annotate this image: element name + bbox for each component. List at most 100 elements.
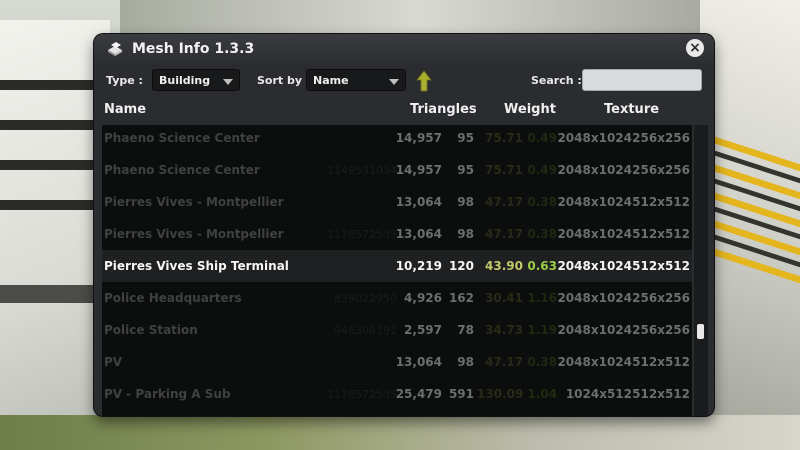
filter-bar: Type : Building Sort by : Name Search : (94, 68, 714, 94)
mesh-weight: 47.17 (485, 195, 523, 209)
mesh-lod-triangles: 591 (448, 387, 474, 401)
mesh-name: Phaeno Science Center (104, 131, 260, 145)
list-item[interactable]: PV 13,064 98 47.17 0.38 2048x1024 512x512 (102, 346, 692, 378)
mesh-lod-triangles: 95 (457, 163, 474, 177)
column-header-triangles[interactable]: Triangles (410, 102, 477, 117)
window-title: Mesh Info 1.3.3 (132, 41, 255, 57)
mesh-weight: 75.71 (485, 131, 523, 145)
search-label: Search : (531, 74, 582, 87)
mesh-lod-texture-size: 512x512 (632, 387, 690, 401)
list-item[interactable]: PV - Parking A Sub 1176572535 25,479 591 130… (102, 378, 692, 410)
mesh-triangles: 13,064 (395, 355, 442, 369)
mesh-name: Phaeno Science Center (104, 163, 260, 177)
close-button[interactable]: × (686, 39, 704, 57)
mesh-lod-triangles: 95 (457, 131, 474, 145)
mesh-triangles: 13,064 (395, 227, 442, 241)
list-item[interactable]: Phaeno Science Center 1149531034 14,957 95 7… (102, 154, 692, 186)
type-dropdown[interactable]: Building (152, 69, 240, 91)
mesh-lod-triangles: 98 (457, 227, 474, 241)
mesh-lod-triangles: 78 (457, 323, 474, 337)
mesh-name: PV - Parking A Sub (104, 387, 231, 401)
column-header-name[interactable]: Name (104, 102, 146, 117)
mesh-texture-size: 2048x1024 (557, 259, 632, 273)
chevron-down-icon (223, 79, 233, 85)
list-item[interactable]: Police Station 946306191 2,597 78 34.73 1.19 2… (102, 314, 692, 346)
mesh-workshop-id: 1149531034 (327, 164, 397, 177)
mesh-weight: 30.41 (485, 291, 523, 305)
mesh-lod-weight: 1.04 (527, 387, 557, 401)
mesh-name: PV (104, 355, 123, 369)
mesh-lod-weight: 1.19 (527, 323, 557, 337)
sort-direction-button[interactable] (416, 70, 432, 92)
mesh-lod-weight: 0.49 (527, 131, 557, 145)
mesh-info-icon (108, 42, 122, 56)
mesh-name: Police Station (104, 323, 198, 337)
scrollbar-thumb[interactable] (697, 324, 704, 339)
mesh-triangles: 2,597 (404, 323, 442, 337)
mesh-lod-weight: 0.63 (527, 259, 557, 273)
mesh-list[interactable]: Phaeno Science Center 14,957 95 75.71 0.49 20… (102, 125, 692, 416)
mesh-weight: 47.17 (485, 355, 523, 369)
mesh-weight: 130.09 (477, 387, 524, 401)
mesh-name: Pierres Vives Ship Terminal (104, 259, 289, 273)
mesh-texture-size: 2048x1024 (557, 195, 632, 209)
mesh-lod-texture-size: 512x512 (632, 227, 690, 241)
world-railing (0, 285, 100, 303)
mesh-weight: 75.71 (485, 163, 523, 177)
type-dropdown-value: Building (159, 74, 211, 87)
list-item[interactable]: Pierres Vives - Montpellier 13,064 98 47.17… (102, 186, 692, 218)
mesh-texture-size: 2048x1024 (557, 163, 632, 177)
mesh-lod-texture-size: 256x256 (632, 291, 690, 305)
list-item-selected[interactable]: Pierres Vives Ship Terminal 10,219 120 43.9… (102, 250, 692, 282)
mesh-lod-texture-size: 512x512 (632, 195, 690, 209)
sort-by-label: Sort by : (257, 74, 311, 87)
mesh-triangles: 14,957 (395, 163, 442, 177)
mesh-texture-size: 1024x512 (565, 387, 632, 401)
world-ground (0, 415, 800, 450)
search-input[interactable] (582, 69, 702, 91)
mesh-lod-texture-size: 256x256 (632, 323, 690, 337)
mesh-texture-size: 2048x1024 (557, 355, 632, 369)
mesh-name: Police Headquarters (104, 291, 242, 305)
mesh-workshop-id: 839022950 (334, 292, 397, 305)
column-header-texture[interactable]: Texture (604, 102, 659, 117)
sort-by-dropdown[interactable]: Name (306, 69, 406, 91)
arrow-up-icon (416, 70, 432, 92)
mesh-info-window: Mesh Info 1.3.3 × Type : Building Sort b… (94, 34, 714, 416)
mesh-triangles: 10,219 (395, 259, 442, 273)
mesh-lod-triangles: 162 (448, 291, 474, 305)
mesh-triangles: 13,064 (395, 195, 442, 209)
list-item[interactable]: Phaeno Science Center 14,957 95 75.71 0.49 20… (102, 125, 692, 154)
mesh-triangles: 14,957 (395, 131, 442, 145)
list-item[interactable]: Police Headquarters 839022950 4,926 162 30.4… (102, 282, 692, 314)
mesh-lod-triangles: 98 (457, 355, 474, 369)
mesh-lod-weight: 0.38 (527, 195, 557, 209)
list-scrollbar[interactable] (694, 125, 708, 416)
mesh-name: Pierres Vives - Montpellier (104, 227, 284, 241)
mesh-lod-texture-size: 256x256 (632, 131, 690, 145)
mesh-lod-texture-size: 512x512 (632, 259, 690, 273)
mesh-triangles: 4,926 (404, 291, 442, 305)
mesh-workshop-id: 946306191 (334, 324, 397, 337)
mesh-lod-triangles: 98 (457, 195, 474, 209)
mesh-workshop-id: 1176572535 (327, 228, 397, 241)
mesh-texture-size: 2048x1024 (557, 323, 632, 337)
close-icon: × (689, 40, 701, 56)
mesh-texture-size: 2048x1024 (557, 227, 632, 241)
mesh-weight: 34.73 (485, 323, 523, 337)
mesh-lod-weight: 0.38 (527, 227, 557, 241)
mesh-lod-weight: 1.16 (527, 291, 557, 305)
mesh-weight: 47.17 (485, 227, 523, 241)
mesh-lod-weight: 0.38 (527, 355, 557, 369)
column-header-weight[interactable]: Weight (504, 102, 556, 117)
mesh-triangles: 25,479 (395, 387, 442, 401)
mesh-lod-weight: 0.49 (527, 163, 557, 177)
list-item[interactable]: Pierres Vives - Montpellier 1176572535 13,… (102, 218, 692, 250)
mesh-texture-size: 2048x1024 (557, 291, 632, 305)
mesh-name: Pierres Vives - Montpellier (104, 195, 284, 209)
mesh-workshop-id: 1176572535 (327, 388, 397, 401)
window-titlebar[interactable]: Mesh Info 1.3.3 × (94, 34, 714, 64)
mesh-texture-size: 2048x1024 (557, 131, 632, 145)
chevron-down-icon (389, 79, 399, 85)
mesh-lod-texture-size: 512x512 (632, 355, 690, 369)
